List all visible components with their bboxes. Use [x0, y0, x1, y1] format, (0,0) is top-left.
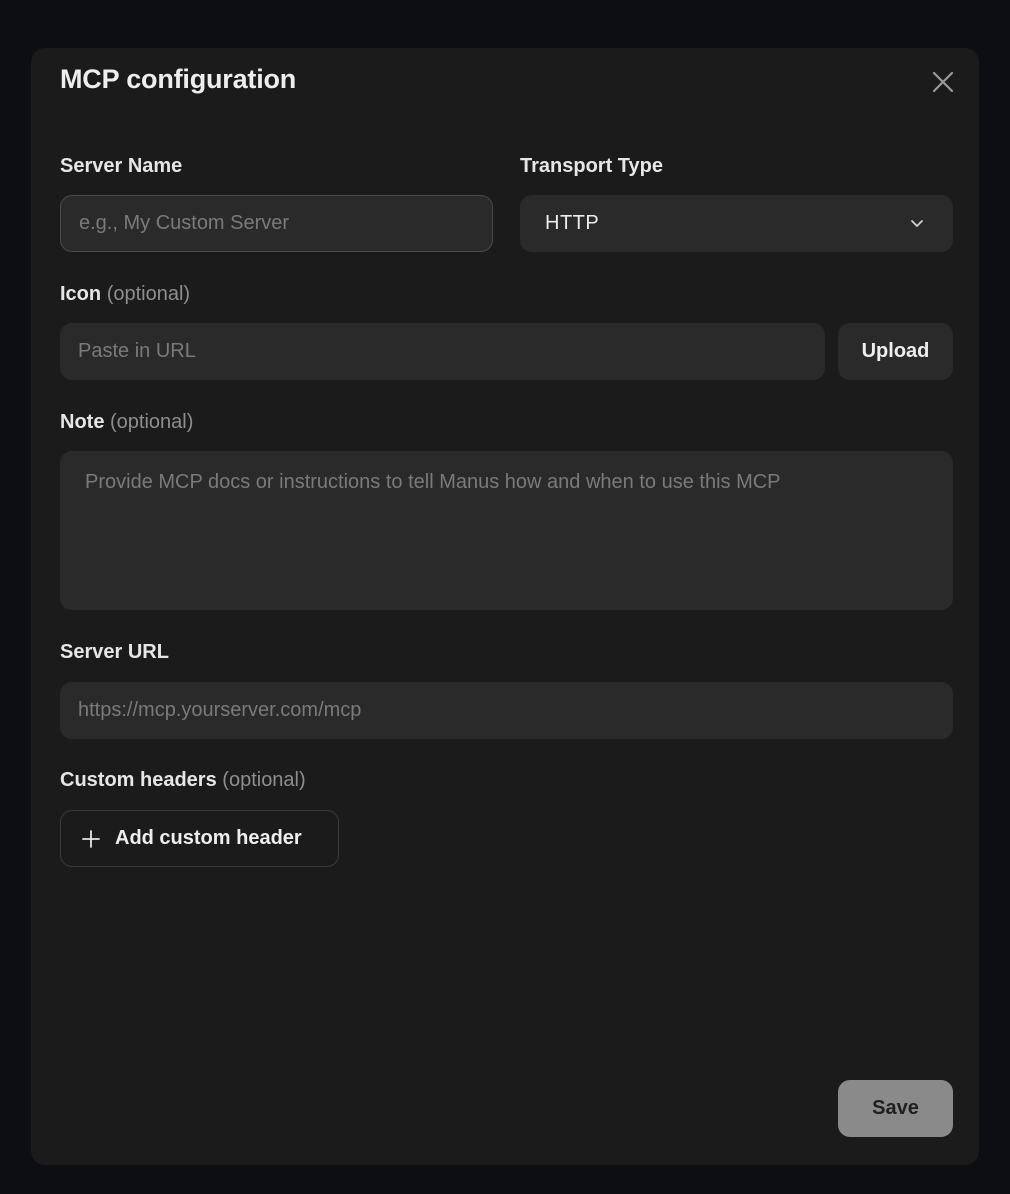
plus-icon [82, 829, 100, 848]
note-textarea[interactable] [60, 451, 953, 610]
custom-headers-optional-text: (optional) [222, 769, 306, 791]
close-button[interactable] [929, 68, 957, 96]
transport-type-value: HTTP [545, 212, 600, 234]
dialog-title: MCP configuration [60, 64, 297, 94]
server-name-label-text: Server Name [60, 155, 183, 177]
server-url-label-text: Server URL [60, 641, 169, 663]
save-button-label: Save [872, 1097, 919, 1119]
server-url-field[interactable] [60, 682, 953, 739]
icon-label-text: Icon [60, 283, 102, 305]
icon-url-input[interactable] [60, 323, 825, 380]
save-button[interactable]: Save [838, 1080, 953, 1137]
custom-headers-label: Custom headers (optional) [60, 769, 306, 792]
add-custom-header-label: Add custom header [115, 827, 302, 849]
transport-type-label: Transport Type [520, 155, 663, 178]
transport-type-label-text: Transport Type [520, 155, 663, 177]
custom-headers-label-text: Custom headers [60, 769, 217, 791]
note-label-text: Note [60, 411, 105, 433]
icon-url-field[interactable] [60, 323, 825, 380]
upload-button[interactable]: Upload [838, 323, 953, 380]
close-icon [932, 71, 954, 93]
server-url-input[interactable] [60, 682, 953, 739]
chevron-down-icon [911, 220, 923, 227]
icon-label: Icon (optional) [60, 283, 190, 306]
server-name-input[interactable] [61, 196, 492, 251]
note-field[interactable] [60, 451, 953, 610]
server-name-label: Server Name [60, 155, 182, 178]
server-url-label: Server URL [60, 641, 169, 664]
note-label: Note (optional) [60, 411, 193, 434]
upload-button-label: Upload [861, 340, 930, 362]
transport-type-select[interactable]: HTTP [520, 195, 953, 252]
icon-optional-text: (optional) [106, 283, 191, 305]
mcp-configuration-dialog: MCP configuration Server Name Transport … [31, 48, 979, 1165]
add-custom-header-button[interactable]: Add custom header [60, 810, 339, 867]
server-name-field[interactable] [60, 195, 493, 252]
note-optional-text: (optional) [110, 411, 194, 433]
